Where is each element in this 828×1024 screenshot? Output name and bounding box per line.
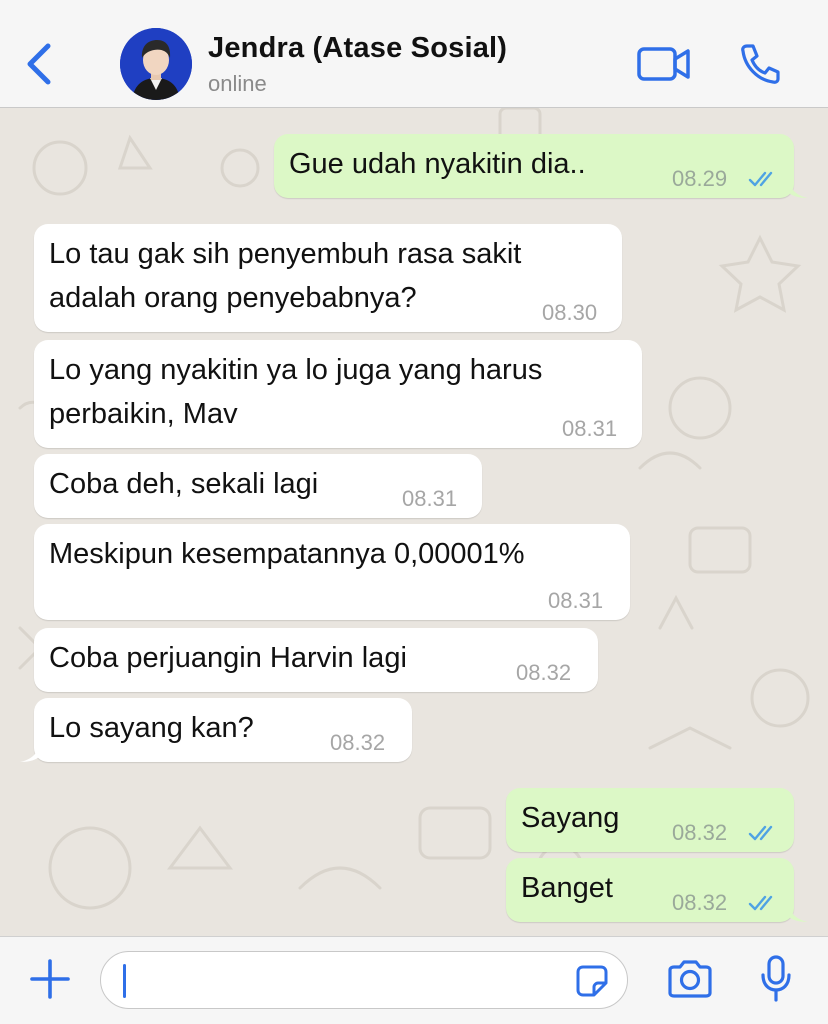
incoming-message[interactable]: Meskipun kesempatannya 0,00001% 08.31 <box>34 524 630 620</box>
read-receipt-icon <box>748 825 773 841</box>
incoming-message[interactable]: Lo yang nyakitin ya lo juga yang harus pe… <box>34 340 642 448</box>
message-text: Sayang <box>521 802 620 834</box>
back-button[interactable] <box>22 40 56 88</box>
chat-header: Jendra (Atase Sosial) online <box>0 0 828 108</box>
contact-name[interactable]: Jendra (Atase Sosial) <box>208 32 507 65</box>
message-text: Coba deh, sekali lagi <box>49 468 319 500</box>
microphone-button[interactable] <box>760 955 792 1003</box>
read-receipt-icon <box>748 895 773 911</box>
message-timestamp: 08.32 <box>516 660 572 685</box>
bubble-tail <box>788 180 808 198</box>
microphone-icon <box>761 955 791 1002</box>
video-camera-icon <box>637 47 690 81</box>
message-text: Lo tau gak sih penyembuh rasa sakit <box>49 238 522 270</box>
message-timestamp: 08.29 <box>672 166 728 191</box>
message-timestamp: 08.32 <box>330 730 386 755</box>
contact-status: online <box>208 71 267 96</box>
message-timestamp: 08.31 <box>548 588 604 613</box>
message-text: Lo yang nyakitin ya lo juga yang harus <box>49 354 543 386</box>
chevron-left-icon <box>27 43 51 85</box>
contact-photo <box>120 28 192 100</box>
outgoing-message[interactable]: Banget 08.32 <box>506 858 808 922</box>
message-timestamp: 08.32 <box>672 890 728 915</box>
message-text: Meskipun kesempatannya 0,00001% <box>49 538 525 570</box>
message-input[interactable] <box>100 951 628 1009</box>
message-timestamp: 08.31 <box>402 486 458 511</box>
outgoing-message[interactable]: Sayang 08.32 <box>506 788 794 852</box>
message-text: adalah orang penyebabnya? <box>49 282 417 314</box>
camera-button[interactable] <box>666 959 714 999</box>
voice-call-button[interactable] <box>738 42 782 86</box>
message-text: Gue udah nyakitin dia.. <box>289 148 586 180</box>
incoming-message[interactable]: Lo tau gak sih penyembuh rasa sakit adala… <box>34 224 622 332</box>
message-timestamp: 08.31 <box>562 416 618 441</box>
camera-icon <box>668 960 712 998</box>
message-text: Lo sayang kan? <box>49 712 254 744</box>
outgoing-message[interactable]: Gue udah nyakitin dia.. 08.29 <box>274 134 808 198</box>
plus-icon <box>30 959 70 999</box>
read-receipt-icon <box>748 171 773 187</box>
video-call-button[interactable] <box>636 44 692 84</box>
phone-icon <box>741 44 780 84</box>
incoming-message[interactable]: Coba perjuangin Harvin lagi 08.32 <box>34 628 598 692</box>
avatar[interactable] <box>120 28 192 100</box>
bubble-tail <box>20 744 40 762</box>
text-caret <box>123 964 126 998</box>
message-timestamp: 08.30 <box>542 300 598 325</box>
incoming-message[interactable]: Lo sayang kan? 08.32 <box>20 698 412 762</box>
message-text: Banget <box>521 872 613 904</box>
message-text: perbaikin, Mav <box>49 398 238 430</box>
composer-bar <box>0 936 828 1024</box>
sticker-button[interactable] <box>575 964 609 998</box>
bubble-tail <box>788 904 808 922</box>
message-timestamp: 08.32 <box>672 820 728 845</box>
incoming-message[interactable]: Coba deh, sekali lagi 08.31 <box>34 454 482 518</box>
message-list[interactable]: Gue udah nyakitin dia.. 08.29 Lo tau gak s… <box>0 108 828 936</box>
message-text: Coba perjuangin Harvin lagi <box>49 642 407 674</box>
sticker-icon <box>576 965 608 997</box>
attach-button[interactable] <box>28 957 72 1001</box>
